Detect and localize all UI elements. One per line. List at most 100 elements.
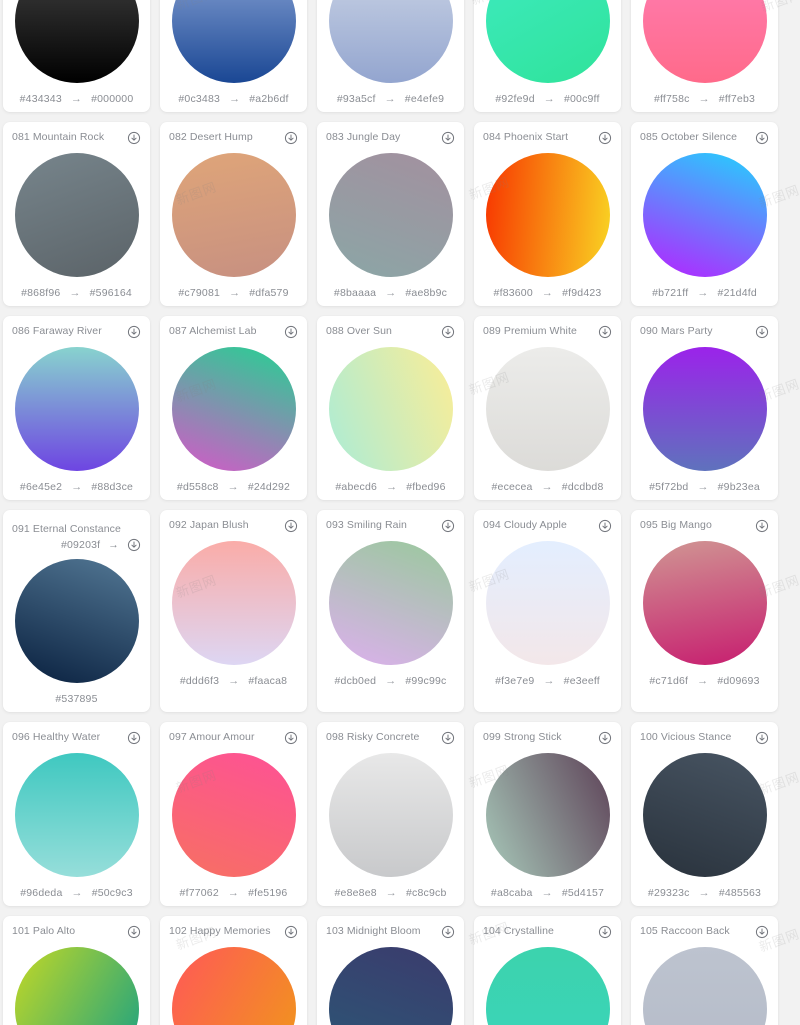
card-header: 090 Mars Party [640,325,769,340]
gradient-circle[interactable] [171,0,296,83]
swatch-container [169,947,298,1025]
gradient-card[interactable]: 085 October Silence #b721ff → #21d4fd [631,122,778,306]
download-circle-icon[interactable] [598,519,612,533]
gradient-card[interactable]: 090 Mars Party #5f72bd → #9b23ea [631,316,778,500]
download-circle-icon[interactable] [284,131,298,145]
gradient-circle[interactable] [171,753,296,877]
gradient-card[interactable]: 096 Healthy Water #96deda → #50c9c3 [3,722,150,906]
gradient-card[interactable]: 083 Jungle Day #8baaaa → #ae8b9c [317,122,464,306]
gradient-circle[interactable] [328,541,453,665]
gradient-card[interactable]: #434343 → #000000 [3,0,150,112]
gradient-card[interactable]: 097 Amour Amour #f77062 → #fe5196 [160,722,307,906]
download-circle-icon[interactable] [598,731,612,745]
swatch-container [326,541,455,665]
gradient-card[interactable]: 105 Raccoon Back [631,916,778,1025]
download-circle-icon[interactable] [755,131,769,145]
download-circle-icon[interactable] [755,325,769,339]
hex-pair: #c79081 → #dfa579 [169,280,298,306]
gradient-card[interactable]: 102 Happy Memories [160,916,307,1025]
gradient-circle[interactable] [171,541,296,665]
gradient-card[interactable]: 095 Big Mango #c71d6f → #d09693 [631,510,778,712]
gradient-card[interactable]: #92fe9d → #00c9ff [474,0,621,112]
gradient-circle[interactable] [485,153,610,277]
gradient-card[interactable]: 087 Alchemist Lab #d558c8 → #24d292 [160,316,307,500]
download-circle-icon[interactable] [598,131,612,145]
gradient-circle[interactable] [14,947,139,1025]
gradient-circle[interactable] [14,153,139,277]
gradient-circle[interactable] [642,347,767,471]
gradient-circle[interactable] [171,947,296,1025]
gradient-circle[interactable] [485,0,610,83]
download-circle-icon[interactable] [284,325,298,339]
download-circle-icon[interactable] [284,519,298,533]
gradient-circle[interactable] [14,0,139,83]
gradient-card[interactable]: 091 Eternal Constance #09203f → #537895 [3,510,150,712]
gradient-card[interactable]: 103 Midnight Bloom [317,916,464,1025]
gradient-circle[interactable] [642,753,767,877]
hex-from: #ff758c [653,93,690,105]
gradient-circle[interactable] [328,0,453,83]
gradient-circle[interactable] [14,753,139,877]
download-circle-icon[interactable] [755,519,769,533]
swatch-container [169,0,298,83]
gradient-card[interactable]: 101 Palo Alto [3,916,150,1025]
hex-to: #537895 [55,693,98,705]
gradient-circle[interactable] [485,347,610,471]
gradient-circle[interactable] [328,753,453,877]
gradient-card[interactable]: 099 Strong Stick #a8caba → #5d4157 [474,722,621,906]
gradient-card[interactable]: #93a5cf → #e4efe9 [317,0,464,112]
download-circle-icon[interactable] [598,325,612,339]
download-circle-icon[interactable] [755,731,769,745]
gradient-card[interactable]: 094 Cloudy Apple #f3e7e9 → #e3eeff [474,510,621,712]
gradient-circle[interactable] [642,153,767,277]
gradient-circle[interactable] [485,947,610,1025]
swatch-row: 091 Eternal Constance #09203f → #537895 092 … [0,510,800,712]
gradient-card[interactable]: 082 Desert Hump #c79081 → #dfa579 [160,122,307,306]
hex-arrow-icon: → [229,287,241,299]
hex-arrow-icon: → [384,93,396,105]
gradient-card[interactable]: #ff758c → #ff7eb3 [631,0,778,112]
download-circle-icon[interactable] [441,925,455,939]
gradient-card[interactable]: 093 Smiling Rain #dcb0ed → #99c99c [317,510,464,712]
download-circle-icon[interactable] [441,519,455,533]
download-circle-icon[interactable] [284,731,298,745]
gradient-card[interactable]: 100 Vicious Stance #29323c → #485563 [631,722,778,906]
download-circle-icon[interactable] [441,131,455,145]
gradient-card[interactable]: 086 Faraway River #6e45e2 → #88d3ce [3,316,150,500]
gradient-card[interactable]: 081 Mountain Rock #868f96 → #596164 [3,122,150,306]
gradient-circle[interactable] [485,753,610,877]
gradient-circle[interactable] [171,347,296,471]
gradient-card[interactable]: 089 Premium White #ececea → #dcdbd8 [474,316,621,500]
hex-arrow-icon: → [543,675,555,687]
card-header: 087 Alchemist Lab [169,325,298,340]
gradient-circle[interactable] [328,947,453,1025]
gradient-circle[interactable] [171,153,296,277]
card-header: 102 Happy Memories [169,925,298,940]
download-circle-icon[interactable] [441,325,455,339]
gradient-card[interactable]: 104 Crystalline [474,916,621,1025]
gradient-circle[interactable] [14,559,139,683]
download-circle-icon[interactable] [127,731,141,745]
download-circle-icon[interactable] [284,925,298,939]
card-header: 101 Palo Alto [12,925,141,940]
download-circle-icon[interactable] [441,731,455,745]
gradient-card[interactable]: 098 Risky Concrete #e8e8e8 → #c8c9cb [317,722,464,906]
gradient-circle[interactable] [642,541,767,665]
download-circle-icon[interactable] [127,925,141,939]
gradient-circle[interactable] [642,947,767,1025]
gradient-card[interactable]: 088 Over Sun #abecd6 → #fbed96 [317,316,464,500]
download-circle-icon[interactable] [127,131,141,145]
gradient-card[interactable]: 084 Phoenix Start #f83600 → #f9d423 [474,122,621,306]
gradient-circle[interactable] [14,347,139,471]
download-circle-icon[interactable] [127,325,141,339]
gradient-circle[interactable] [328,153,453,277]
download-circle-icon[interactable] [598,925,612,939]
gradient-circle[interactable] [485,541,610,665]
download-circle-icon[interactable] [755,925,769,939]
hex-from: #f3e7e9 [495,675,535,687]
download-circle-icon[interactable] [127,538,141,552]
gradient-card[interactable]: #0c3483 → #a2b6df [160,0,307,112]
gradient-card[interactable]: 092 Japan Blush #ddd6f3 → #faaca8 [160,510,307,712]
gradient-circle[interactable] [642,0,767,83]
gradient-circle[interactable] [328,347,453,471]
